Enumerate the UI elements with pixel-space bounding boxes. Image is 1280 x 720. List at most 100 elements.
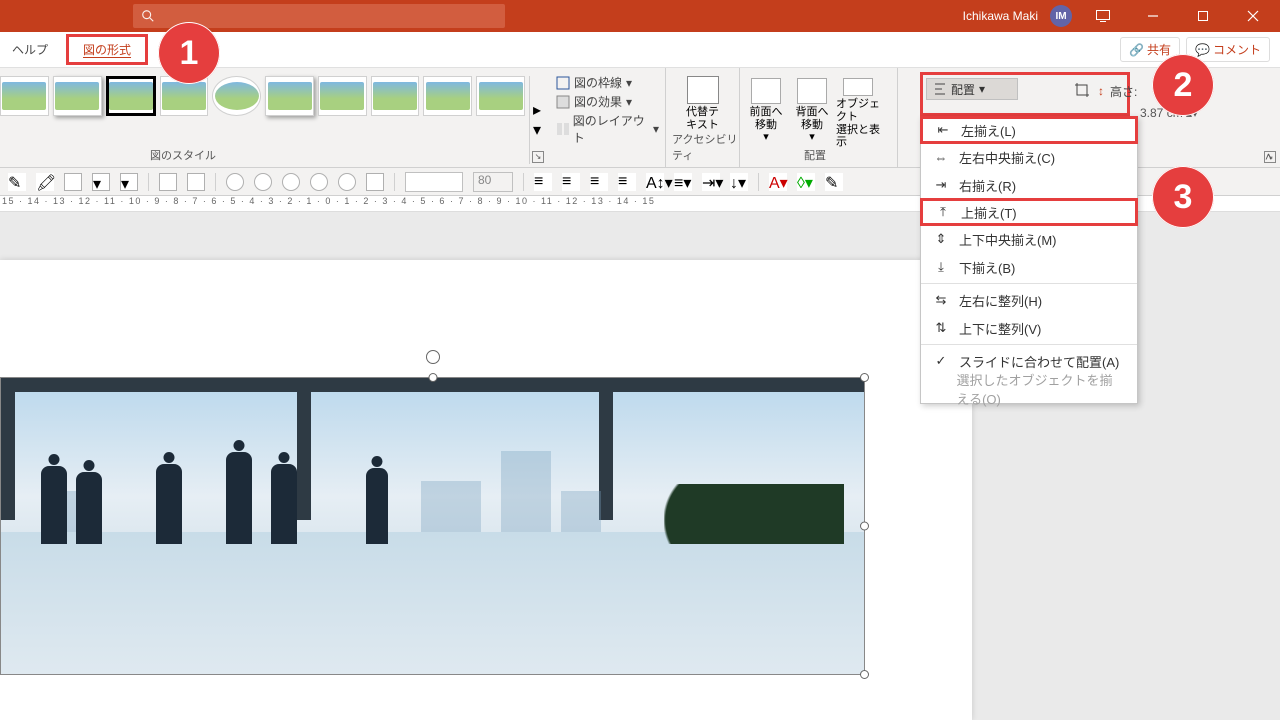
line-spacing-icon[interactable]: ≡▾ [674,173,692,191]
menu-distribute-h[interactable]: ⇆左右に整列(H) [921,286,1137,314]
close-icon[interactable] [1234,0,1272,32]
picture-layout-button[interactable]: 図のレイアウト ▾ [556,112,659,146]
user-avatar[interactable]: IM [1050,5,1072,27]
check-icon: ✓ [933,353,949,369]
style-thumb-9[interactable] [423,76,472,116]
alt-text-icon[interactable] [687,76,719,104]
send-backward-button[interactable]: 背面へ移動 ▾ [790,78,834,149]
chart-icon[interactable] [366,173,384,191]
menu-align-bottom[interactable]: ⤓ 下揃え(B) [921,253,1137,281]
resize-handle-n[interactable] [428,373,437,382]
resize-handle-e[interactable] [860,522,869,531]
font-color-icon[interactable]: A▾ [769,173,787,191]
menu-align-selected: 選択したオブジェクトを揃える(O) [921,375,1137,403]
style-thumb-7[interactable] [318,76,367,116]
style-thumb-8[interactable] [371,76,420,116]
shape-outline-icon[interactable]: ▾ [120,173,138,191]
style-thumb-5[interactable] [212,76,261,116]
styles-dialog-launcher-icon[interactable]: ↘ [532,151,544,163]
merge-1-icon[interactable] [226,173,244,191]
align-bottom-icon: ⤓ [933,259,949,275]
callout-3: 3 [1152,166,1214,228]
resize-handle-ne[interactable] [860,373,869,382]
selected-picture[interactable] [0,377,865,675]
style-thumb-6[interactable] [265,76,314,116]
menu-align-left[interactable]: ⇤左揃え(L) [920,116,1138,144]
shape-icon[interactable] [64,173,82,191]
ribbon-display-icon[interactable] [1084,0,1122,32]
menu-label: 左右中央揃え(C) [959,148,1055,167]
align-menu: ⇤左揃え(L) ⇔左右中央揃え(C) ⇥ 右揃え(R) ⤒上揃え(T) ⇕ 上下中央… [920,116,1138,404]
style-thumb-10[interactable] [476,76,525,116]
menu-align-center-h[interactable]: ⇔左右中央揃え(C) [921,143,1137,171]
shape-fill-icon[interactable]: ▾ [92,173,110,191]
table2-icon[interactable] [187,173,205,191]
eyedropper-icon[interactable]: ✎ [825,173,843,191]
align-left-icon: ⇤ [935,122,951,138]
align-top-icon: ⤒ [935,204,951,220]
comment-label: コメント [1213,41,1261,58]
resize-handle-se[interactable] [860,670,869,679]
menu-align-middle[interactable]: ⇕ 上下中央揃え(M) [921,225,1137,253]
picture-effects-button[interactable]: 図の効果 ▾ [556,93,659,110]
search-icon [141,9,155,23]
maximize-icon[interactable] [1184,0,1222,32]
style-thumb-1[interactable] [0,76,49,116]
collapse-ribbon-icon[interactable]: ˄ [1265,150,1272,164]
rotate-handle-icon[interactable] [426,350,440,364]
picture-content [1,378,864,674]
menu-label: 左右に整列(H) [959,291,1042,310]
menu-label: 下揃え(B) [959,258,1015,277]
styles-group-label: 図のスタイル [150,147,216,163]
align-right-tb-icon[interactable]: ≡ [590,173,608,191]
align-middle-icon: ⇕ [933,231,949,247]
justify-tb-icon[interactable]: ≡ [618,173,636,191]
crop-height-area: ↕ 高さ: [1074,82,1137,100]
align-icon [933,82,947,96]
tab-picture-format[interactable]: 図の形式 [66,34,148,65]
merge-5-icon[interactable] [338,173,356,191]
align-left-tb-icon[interactable]: ≡ [534,173,552,191]
table-icon[interactable] [159,173,177,191]
layout-label: 図のレイアウト [573,112,649,146]
merge-2-icon[interactable] [254,173,272,191]
user-name: Ichikawa Maki [963,9,1038,23]
chevron-down-icon: ▾ [979,82,985,96]
menu-align-right[interactable]: ⇥ 右揃え(R) [921,171,1137,199]
selection-pane-button[interactable]: オブジェクト選択と表示 [836,78,880,149]
height-label: 高さ: [1110,83,1137,100]
menu-label: 上下中央揃え(M) [959,230,1057,249]
list-icon[interactable]: ↓▾ [730,173,748,191]
arrange-group-label: 配置 [804,147,826,163]
highlighter-icon[interactable]: 🖍 [36,173,54,191]
bring-forward-button[interactable]: 前面へ移動 ▾ [744,78,788,149]
menu-align-top[interactable]: ⤒上揃え(T) [920,198,1138,226]
chevron-down-icon: ▾ [626,95,632,109]
merge-4-icon[interactable] [310,173,328,191]
pen-icon[interactable]: ✎ [8,173,26,191]
highlight-color-icon[interactable]: ◊▾ [797,173,815,191]
picture-outline-button[interactable]: 図の枠線 ▾ [556,74,659,91]
crop-icon[interactable] [1074,82,1092,100]
merge-3-icon[interactable] [282,173,300,191]
style-thumb-3[interactable] [106,76,156,116]
font-size-input[interactable]: 80 [473,172,513,192]
chevron-down-icon: ▾ [653,122,659,136]
outline-label: 図の枠線 [574,74,622,91]
indent-icon[interactable]: ⇥▾ [702,173,720,191]
picture-styles-gallery[interactable]: ▸▾ 図のスタイル ↘ [0,68,548,167]
spacing-icon[interactable]: A↕▾ [646,173,664,191]
align-center-tb-icon[interactable]: ≡ [562,173,580,191]
menu-label: スライドに合わせて配置(A) [959,352,1119,371]
tab-help[interactable]: ヘルプ [12,41,48,58]
menu-label: 右揃え(R) [959,176,1016,195]
minimize-icon[interactable] [1134,0,1172,32]
style-thumb-2[interactable] [53,76,102,116]
menu-distribute-v[interactable]: ⇅上下に整列(V) [921,314,1137,342]
picture-format-group: 図の枠線 ▾ 図の効果 ▾ 図のレイアウト ▾ [548,68,666,167]
alt-text-label: 代替テキスト [686,106,719,131]
bring-forward-icon [751,78,781,104]
align-right-icon: ⇥ [933,177,949,193]
font-selector[interactable] [405,172,463,192]
effects-icon [556,95,570,109]
